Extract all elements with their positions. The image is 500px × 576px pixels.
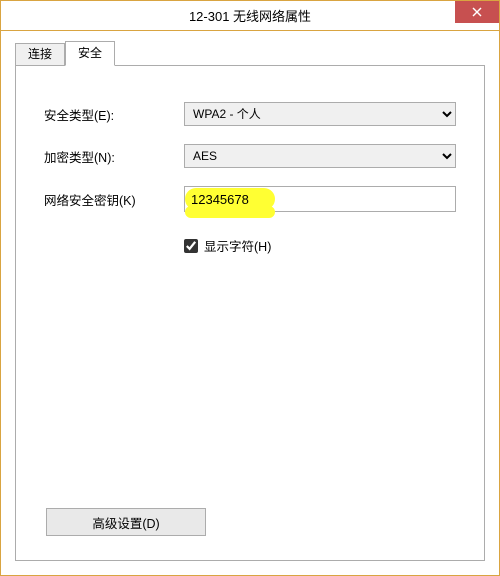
control-network-key — [184, 186, 456, 212]
close-icon — [472, 7, 482, 17]
tab-connect-label: 连接 — [28, 47, 52, 61]
input-network-key[interactable] — [184, 186, 456, 212]
close-button[interactable] — [455, 1, 499, 23]
control-encryption-type: AES — [184, 144, 456, 168]
content-area: 连接 安全 安全类型(E): WPA2 - 个人 加密类型(N): — [1, 31, 499, 575]
tab-security[interactable]: 安全 — [65, 41, 115, 66]
control-security-type: WPA2 - 个人 — [184, 102, 456, 126]
label-show-chars: 显示字符(H) — [204, 236, 271, 255]
titlebar: 12-301 无线网络属性 — [1, 1, 499, 31]
spacer — [44, 275, 456, 508]
checkbox-show-chars[interactable] — [184, 239, 198, 253]
row-network-key: 网络安全密钥(K) — [44, 186, 456, 212]
select-security-type[interactable]: WPA2 - 个人 — [184, 102, 456, 126]
window-frame: 12-301 无线网络属性 连接 安全 安全类型(E): — [0, 0, 500, 576]
label-security-type: 安全类型(E): — [44, 105, 184, 124]
label-encryption-type: 加密类型(N): — [44, 147, 184, 166]
advanced-settings-label: 高级设置(D) — [92, 517, 159, 531]
row-show-chars: 显示字符(H) — [184, 236, 456, 255]
window-title: 12-301 无线网络属性 — [189, 6, 311, 25]
tab-panel-security: 安全类型(E): WPA2 - 个人 加密类型(N): AES — [15, 65, 485, 561]
tab-security-label: 安全 — [78, 46, 102, 60]
tab-container: 连接 安全 安全类型(E): WPA2 - 个人 加密类型(N): — [15, 41, 485, 561]
key-input-wrap — [184, 186, 456, 212]
row-encryption-type: 加密类型(N): AES — [44, 144, 456, 168]
select-encryption-type[interactable]: AES — [184, 144, 456, 168]
tab-connect[interactable]: 连接 — [15, 43, 65, 65]
label-network-key: 网络安全密钥(K) — [44, 190, 184, 209]
advanced-settings-button[interactable]: 高级设置(D) — [46, 508, 206, 536]
row-security-type: 安全类型(E): WPA2 - 个人 — [44, 102, 456, 126]
tabstrip: 连接 安全 — [15, 41, 485, 65]
